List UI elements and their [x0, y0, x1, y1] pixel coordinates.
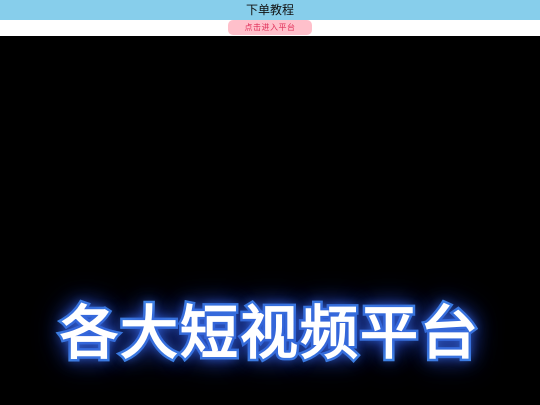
page-title: 下单教程 [245, 3, 294, 17]
page: 下单教程 点击进入平台 各大短视频平台 [0, 0, 540, 405]
video-caption: 各大短视频平台 [57, 297, 480, 370]
header-bar: 下单教程 [0, 0, 540, 20]
action-row: 点击进入平台 [0, 20, 540, 36]
video-player[interactable]: 各大短视频平台 [0, 36, 540, 405]
enter-platform-button[interactable]: 点击进入平台 [228, 20, 312, 35]
